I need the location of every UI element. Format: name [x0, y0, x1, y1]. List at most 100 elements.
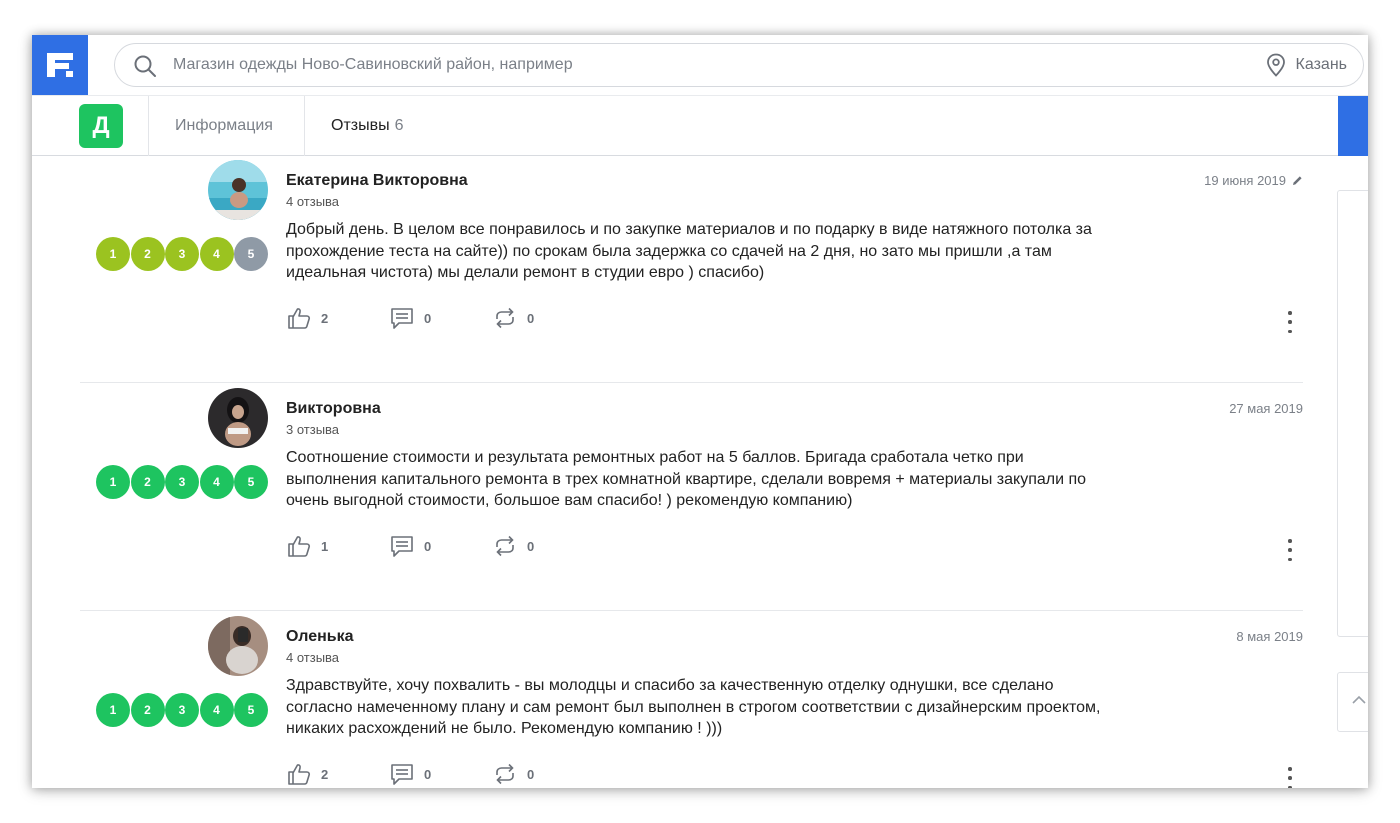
rating-dot: 2	[130, 693, 165, 727]
repost-count: 0	[527, 766, 535, 782]
avatar[interactable]	[208, 160, 268, 220]
more-options-icon[interactable]	[1287, 311, 1293, 333]
more-options-icon[interactable]	[1287, 539, 1293, 561]
thumbs-up-icon	[288, 308, 311, 329]
like-button[interactable]: 1	[286, 533, 389, 559]
thumbs-up-icon	[288, 764, 311, 785]
rating-dot: 4	[199, 465, 234, 499]
comment-count: 0	[424, 766, 432, 782]
repost-button[interactable]: 0	[492, 305, 595, 331]
search-icon[interactable]	[133, 54, 157, 78]
location-pin-icon	[1266, 53, 1285, 77]
search-input[interactable]	[173, 44, 1173, 86]
repost-icon	[496, 307, 514, 329]
review-author-count[interactable]: 3 отзыва	[286, 422, 339, 437]
tab-information-label: Информация	[175, 117, 273, 134]
chevron-up-icon	[1352, 695, 1366, 704]
site-logo[interactable]	[32, 35, 88, 95]
like-button[interactable]: 2	[286, 305, 389, 331]
tab-divider	[148, 96, 149, 156]
review-date-text: 19 июня 2019	[1204, 173, 1286, 188]
rating-scale: 1 2 3 4 5	[96, 237, 269, 271]
city-selector[interactable]: Казань	[1266, 44, 1347, 86]
rating-dot: 5	[234, 465, 268, 499]
comment-count: 0	[424, 538, 432, 554]
search-bar: Казань	[114, 43, 1364, 87]
city-label: Казань	[1295, 56, 1347, 73]
company-tabbar: Д Информация Отзывы 6	[32, 95, 1368, 156]
comment-icon	[391, 308, 413, 329]
rating-dot: 3	[165, 237, 199, 271]
tab-reviews-label: Отзывы	[331, 117, 390, 134]
like-count: 2	[321, 310, 329, 326]
repost-icon	[496, 763, 514, 785]
comment-icon	[391, 536, 413, 557]
repost-button[interactable]: 0	[492, 761, 595, 787]
repost-count: 0	[527, 538, 535, 554]
review-text: Здравствуйте, хочу похвалить - вы молодц…	[286, 677, 1101, 737]
comment-count: 0	[424, 310, 432, 326]
review-text: Соотношение стоимости и результата ремон…	[286, 449, 1087, 509]
side-button[interactable]	[1338, 96, 1368, 156]
review-actions: 2 0 0	[286, 305, 595, 331]
browser-window: Казань Д Информация Отзывы 6	[32, 35, 1368, 788]
rating-dot: 1	[96, 465, 130, 499]
repost-button[interactable]: 0	[492, 533, 595, 559]
company-logo[interactable]: Д	[79, 104, 123, 148]
rating-dot: 2	[130, 237, 165, 271]
rating-scale: 1 2 3 4 5	[96, 465, 269, 499]
review-date: 27 мая 2019	[1229, 401, 1303, 416]
site-header: Казань	[32, 35, 1368, 95]
avatar-photo-icon	[208, 616, 268, 676]
tab-divider	[304, 96, 305, 156]
review-author-count[interactable]: 4 отзыва	[286, 194, 339, 209]
rating-dot: 4	[199, 693, 234, 727]
avatar[interactable]	[208, 388, 268, 448]
rating-dot: 4	[199, 237, 234, 271]
avatar-photo-icon	[208, 160, 268, 220]
scroll-to-top-button[interactable]	[1337, 672, 1368, 732]
review-author-count[interactable]: 4 отзыва	[286, 650, 339, 665]
comment-button[interactable]: 0	[389, 761, 492, 787]
rating-dot: 1	[96, 237, 130, 271]
tab-reviews-count: 6	[394, 117, 404, 134]
review-author[interactable]: Екатерина Викторовна	[286, 172, 468, 190]
side-panel	[1337, 190, 1368, 637]
rating-dot: 3	[165, 693, 199, 727]
pencil-icon	[1293, 176, 1302, 185]
avatar[interactable]	[208, 616, 268, 676]
review-card: 1 2 3 4 5 Екатерина Викторовна 4 отзыва …	[80, 157, 1303, 383]
comment-button[interactable]: 0	[389, 305, 492, 331]
like-button[interactable]: 2	[286, 761, 389, 787]
review-date-text: 27 мая 2019	[1229, 401, 1303, 416]
comment-icon	[391, 764, 413, 785]
review-card: 1 2 3 4 5 Викторовна 3 отзыва 27 мая 201…	[80, 383, 1303, 611]
like-count: 2	[321, 766, 329, 782]
rating-dot: 5	[234, 693, 268, 727]
comment-button[interactable]: 0	[389, 533, 492, 559]
rating-scale: 1 2 3 4 5	[96, 693, 269, 727]
review-author[interactable]: Оленька	[286, 628, 354, 646]
like-count: 1	[321, 538, 329, 554]
review-actions: 2 0 0	[286, 761, 595, 787]
reviews-feed: 1 2 3 4 5 Екатерина Викторовна 4 отзыва …	[32, 157, 1332, 788]
thumbs-up-icon	[288, 536, 311, 557]
review-date: 19 июня 2019	[1204, 173, 1303, 188]
review-actions: 1 0 0	[286, 533, 595, 559]
review-card: 1 2 3 4 5 Оленька 4 отзыва 8 мая 2019 Зд…	[80, 611, 1303, 788]
tab-information[interactable]: Информация	[175, 96, 273, 156]
more-options-icon[interactable]	[1287, 767, 1293, 788]
tab-reviews[interactable]: Отзывы 6	[331, 96, 404, 156]
rating-dot: 2	[130, 465, 165, 499]
rating-dot: 3	[165, 465, 199, 499]
repost-count: 0	[527, 310, 535, 326]
avatar-photo-icon	[208, 388, 268, 448]
review-author[interactable]: Викторовна	[286, 400, 381, 418]
rating-dot: 1	[96, 693, 130, 727]
review-date-text: 8 мая 2019	[1236, 629, 1303, 644]
rating-dot: 5	[234, 237, 268, 271]
repost-icon	[496, 535, 514, 557]
review-text: Добрый день. В целом все понравилось и п…	[286, 221, 1092, 281]
flamp-logo-icon	[47, 53, 73, 77]
review-date: 8 мая 2019	[1236, 629, 1303, 644]
